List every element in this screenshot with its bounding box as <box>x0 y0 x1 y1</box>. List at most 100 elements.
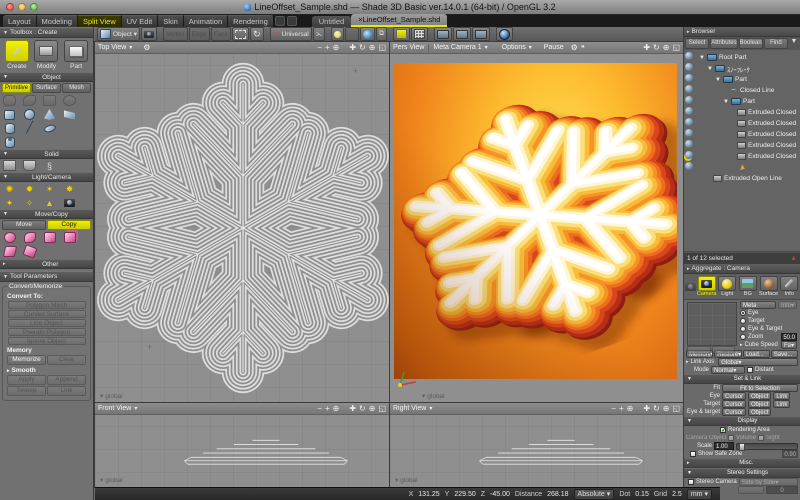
eye-target-object-button[interactable]: Object <box>748 408 771 416</box>
zoom-value-field[interactable]: 50.0 <box>781 333 797 341</box>
section-object[interactable]: ▼ Object <box>0 72 93 82</box>
tree-row[interactable]: Extruded Closed <box>697 129 800 140</box>
maximize-view-icon[interactable]: ◱ <box>672 43 680 53</box>
disabled-surface-4-button[interactable] <box>63 95 76 106</box>
smooth-apply-button[interactable]: Apply <box>7 375 46 385</box>
mode-modify-button[interactable]: Modify <box>33 40 60 70</box>
pan-icon[interactable]: ✚ <box>349 404 356 414</box>
tab-layout[interactable]: Layout <box>3 15 37 27</box>
doc-tab-untitled[interactable]: Untitled <box>312 16 351 27</box>
zoom-tool-icon[interactable]: ⊕ <box>333 404 340 414</box>
point-light-button[interactable]: ✺ <box>3 183 16 194</box>
object-mode-button[interactable]: Object ▾ <box>97 27 140 41</box>
create-disc-button[interactable] <box>43 123 56 134</box>
viewport-pers[interactable]: Pers View Meta Camera 1 ▾ Options ▾ Paus… <box>390 42 683 403</box>
collapse-icon[interactable]: ▼ <box>3 274 8 280</box>
solid-mesh-button[interactable] <box>3 160 16 171</box>
tab-uv-edit[interactable]: UV Edit <box>122 15 158 27</box>
collapse-icon[interactable]: ▼ <box>3 30 8 36</box>
convert-pseudo-polygon-button[interactable]: Pseudo Polygon <box>8 328 86 336</box>
orbit-icon[interactable]: ↻ <box>359 404 366 414</box>
ambient-light-button[interactable]: ✦ <box>3 197 16 208</box>
smooth-append-button[interactable]: Append <box>47 375 86 385</box>
disabled-surface-2-button[interactable] <box>23 95 36 106</box>
display-mode-3-button[interactable] <box>472 27 490 41</box>
tree-row[interactable]: ~ Closed Line <box>697 85 800 96</box>
top-view-title[interactable]: Top View <box>98 44 126 51</box>
chevron-down-icon[interactable]: ▾ <box>529 44 532 51</box>
move-button[interactable]: Move <box>2 220 46 230</box>
display-mode-1-button[interactable] <box>434 27 452 41</box>
material-sphere-icon[interactable] <box>685 162 693 170</box>
area-light-button[interactable]: ✸ <box>63 183 76 194</box>
viewport-right[interactable]: Right View ▾ − + ⊕ ✚ ↻ ⊕ ◱ ▾ global <box>390 403 683 487</box>
maximize-view-icon[interactable]: ◱ <box>378 404 386 414</box>
zoom-tool-icon[interactable]: ⊕ <box>627 404 634 414</box>
tab-modeling[interactable]: Modeling <box>37 15 78 27</box>
expander-icon[interactable]: ▼ <box>699 55 705 61</box>
browser-tab-find[interactable]: Find <box>764 38 788 49</box>
smooth-link-button[interactable]: Link <box>47 386 86 396</box>
material-sphere-icon[interactable] <box>685 74 693 82</box>
skeleton-tool-button[interactable]: ⋋ <box>313 27 326 41</box>
pers-pause-button[interactable]: Pause <box>544 44 564 51</box>
aggregate-tab-light[interactable]: Light <box>717 276 737 297</box>
chevron-down-icon[interactable]: ▾ <box>485 44 488 51</box>
camera-preview[interactable] <box>687 302 737 346</box>
set-link-section[interactable]: ▼ Set & Link <box>684 374 800 384</box>
create-sphere-button[interactable] <box>23 109 36 120</box>
stereo-camera-checkbox[interactable] <box>688 479 694 485</box>
face-mode-button[interactable]: Face <box>211 27 231 41</box>
solid-coil-button[interactable]: § <box>43 160 56 171</box>
universal-manipulator-button[interactable]: ⊥ Universal <box>270 27 312 41</box>
load-button[interactable]: Load... <box>743 350 770 358</box>
camera-tool-button[interactable] <box>141 27 157 41</box>
create-line-button[interactable]: ╱ <box>23 123 36 134</box>
create-camera-button[interactable] <box>63 197 76 208</box>
stereo-extra-button[interactable] <box>738 486 764 494</box>
maximize-view-icon[interactable]: ◱ <box>378 43 386 53</box>
section-light-camera[interactable]: ▼ Light/Camera <box>0 172 93 182</box>
front-view-title[interactable]: Front View <box>98 405 131 412</box>
distant-light-button[interactable]: ✶ <box>43 183 56 194</box>
tab-skin[interactable]: Skin <box>158 15 184 27</box>
material-sphere-icon[interactable] <box>685 85 693 93</box>
pan-icon[interactable]: ✚ <box>349 43 356 53</box>
mode-part-button[interactable]: Part <box>63 40 90 70</box>
scale-field[interactable]: 1.00 <box>714 442 734 450</box>
flood-light-button[interactable]: ▲ <box>43 197 56 208</box>
safe-zone-field[interactable]: 0.90 <box>782 450 798 458</box>
material-sphere-icon[interactable] <box>685 140 693 148</box>
front-view-axis-label[interactable]: ▾ global <box>100 476 123 484</box>
tree-row[interactable]: Extruded Closed <box>697 140 800 151</box>
zoom-in-icon[interactable]: + <box>619 404 624 414</box>
tree-row[interactable]: ▼ Root Part <box>697 52 800 63</box>
spot-light-button[interactable]: ✹ <box>23 183 36 194</box>
aggregate-tab-camera[interactable]: Camera <box>697 276 717 297</box>
stereo-section[interactable]: ▼ Stereo Settings <box>684 468 800 478</box>
window-controls[interactable] <box>6 3 38 11</box>
save-button[interactable]: Save... <box>771 350 798 358</box>
triangle-right-icon[interactable]: ▸ <box>686 359 689 365</box>
collapse-icon[interactable]: ▸ <box>687 266 690 272</box>
chevron-down-icon[interactable]: ▾ <box>134 405 137 412</box>
volume-checkbox[interactable] <box>728 435 734 441</box>
tree-row[interactable]: Extruded Closed <box>697 118 800 129</box>
zoom-out-icon[interactable]: − <box>317 43 322 53</box>
browser-tab-boolean[interactable]: Boolean <box>739 38 763 49</box>
viewport-top[interactable]: Top View ▾ ⚙ − + ⊕ ✚ ↻ ⊕ ◱ <box>95 42 389 403</box>
eye-target-radio[interactable] <box>740 326 746 332</box>
section-move-copy[interactable]: ▼ Move/Copy <box>0 209 93 219</box>
convert-line-object-button[interactable]: Line Object <box>8 319 86 327</box>
smooth-sweep-button[interactable]: Sweep <box>7 386 46 396</box>
copy-stack-button[interactable] <box>63 232 76 243</box>
browser-tab-attributes[interactable]: Attributes <box>710 38 737 49</box>
chevron-down-icon[interactable]: ▾ <box>429 405 432 412</box>
magnify-icon[interactable]: ⊕ <box>663 43 670 53</box>
tree-row[interactable]: ▼ Part <box>697 96 800 107</box>
maximize-window-icon[interactable] <box>30 3 38 11</box>
distant-checkbox[interactable] <box>747 367 753 373</box>
shaded-view-button[interactable] <box>496 27 513 41</box>
solid-cup-button[interactable] <box>23 160 36 171</box>
pers-view-axis-label[interactable]: ▾ global <box>422 392 445 400</box>
